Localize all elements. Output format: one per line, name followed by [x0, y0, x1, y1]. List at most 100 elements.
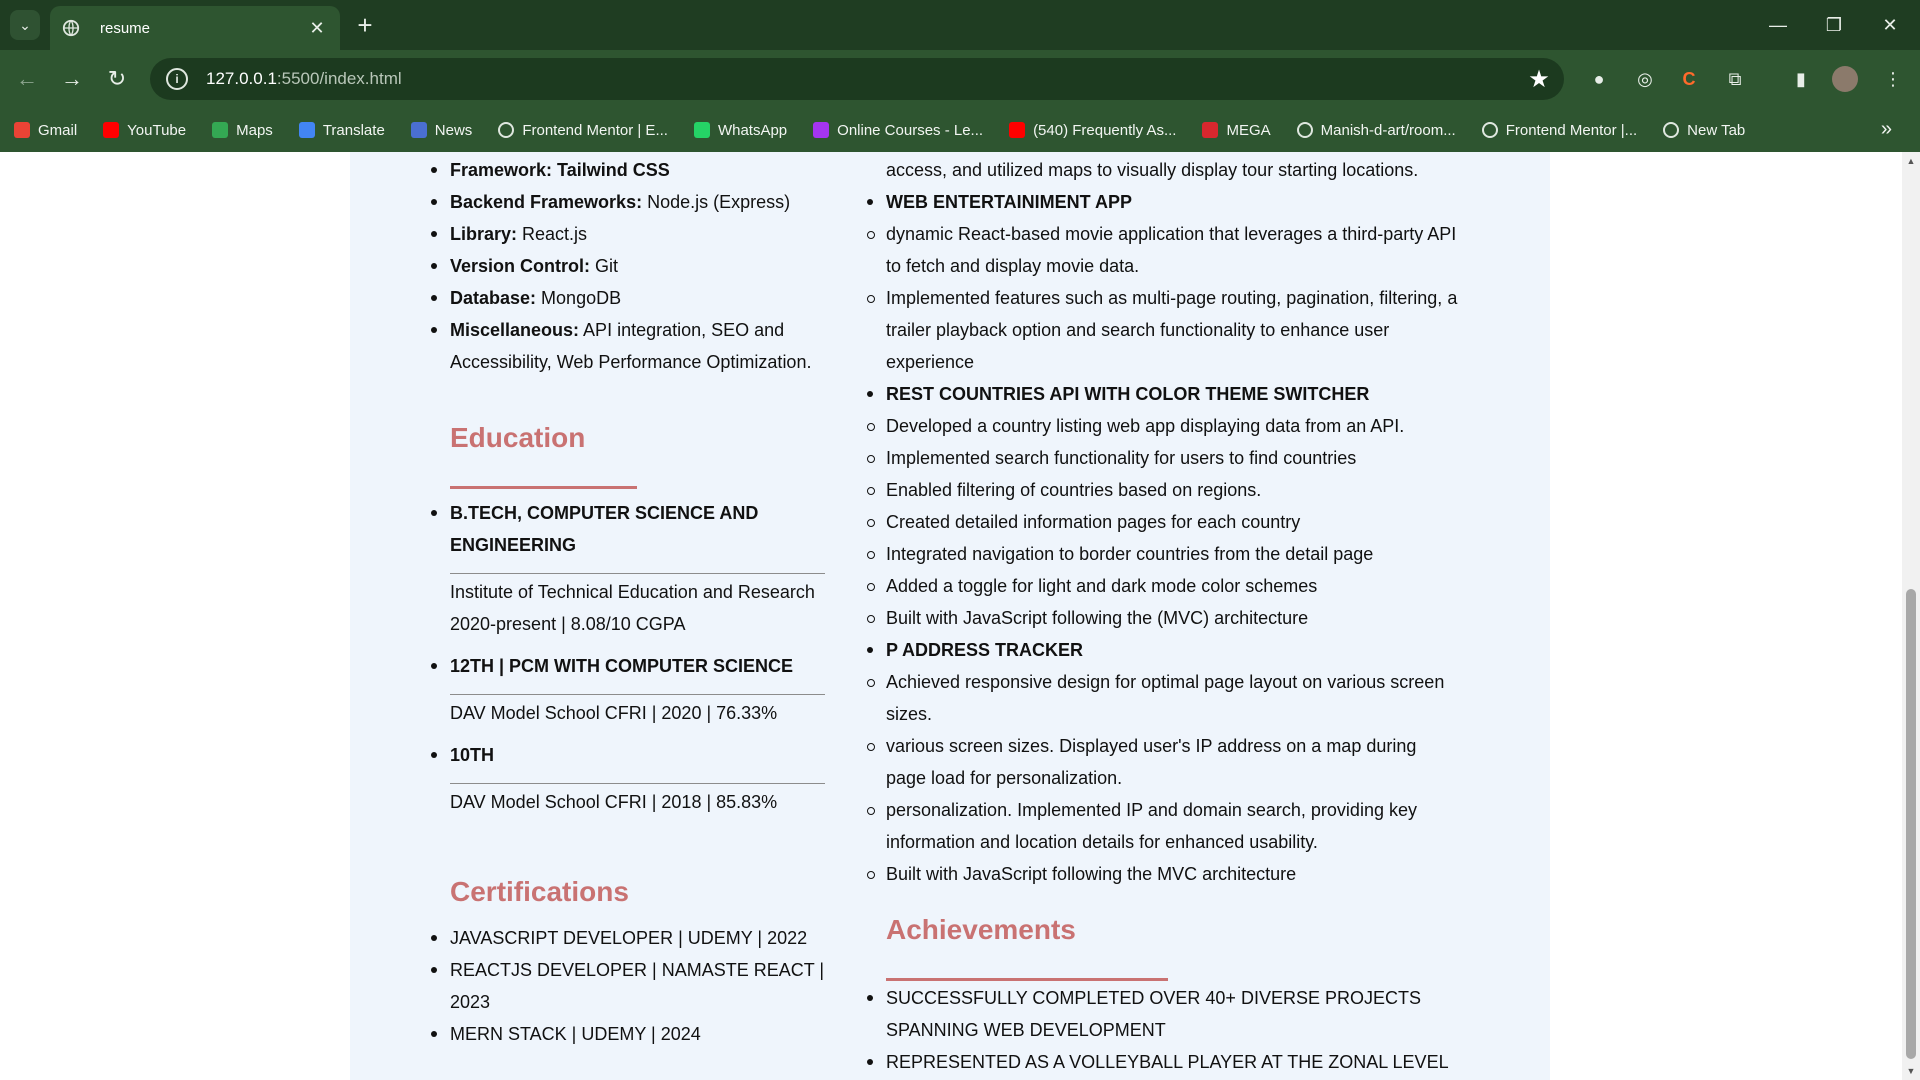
- bookmark-label: Gmail: [38, 121, 78, 139]
- more-bookmarks-chevron-icon[interactable]: »: [1881, 118, 1892, 141]
- site-info-icon[interactable]: i: [166, 68, 188, 90]
- skill-label: Version Control:: [450, 256, 591, 276]
- bookmark-item[interactable]: (540) Frequently As...: [1009, 122, 1176, 139]
- achievements-list: SUCCESSFULLY COMPLETED OVER 40+ DIVERSE …: [867, 982, 1476, 1078]
- education-divider: [450, 694, 825, 695]
- youtube-icon: [1009, 122, 1026, 138]
- browser-toolbar: ← → ↻ i 127.0.0.1:5500/index.html ★ ● ◎ …: [0, 50, 1920, 108]
- extension-c-icon[interactable]: C: [1674, 64, 1704, 94]
- education-detail: DAV Model School CFRI | 2020 | 76.33%: [450, 703, 778, 723]
- certification-item: REACTJS DEVELOPER | NAMASTE REACT | 2023: [431, 954, 825, 1018]
- skill-label: Framework:: [450, 160, 553, 180]
- bookmark-item[interactable]: Manish-d-art/room...: [1296, 121, 1456, 139]
- bookmark-label: News: [434, 121, 473, 139]
- education-degree: 12TH | PCM WITH COMPUTER SCIENCE: [431, 650, 825, 682]
- translate-icon: [298, 122, 315, 138]
- certification-item: MERN STACK | UDEMY | 2024: [431, 1018, 825, 1050]
- reload-icon[interactable]: ↻: [100, 62, 134, 96]
- bookmark-label: Manish-d-art/room...: [1320, 121, 1456, 139]
- tab-search-chevron-icon[interactable]: ⌄: [10, 10, 40, 40]
- bookmarks-bar: Gmail YouTube Maps Translate News Frontend Me…: [0, 108, 1920, 152]
- project-point: Achieved responsive design for optimal p…: [867, 666, 1461, 730]
- project-title: P ADDRESS TRACKER: [867, 634, 1461, 666]
- skill-item: Library: React.js: [431, 218, 825, 250]
- bookmark-item[interactable]: Online Courses - Le...: [813, 122, 983, 139]
- bookmark-item[interactable]: WhatsApp: [693, 121, 788, 139]
- new-tab-plus-icon[interactable]: +: [350, 10, 380, 40]
- bookmark-item[interactable]: Translate: [298, 121, 385, 139]
- udemy-icon: [813, 122, 830, 138]
- skills-list: Framework: Tailwind CSS Backend Framework…: [431, 154, 825, 378]
- education-detail: 2020-present | 8.08/10 CGPA: [450, 614, 686, 634]
- bookmark-item[interactable]: Gmail: [14, 122, 77, 139]
- github-icon: [1296, 122, 1313, 138]
- profile-avatar[interactable]: [1832, 66, 1858, 92]
- url-text: 127.0.0.1:5500/index.html: [206, 69, 402, 88]
- achievements-heading: Achievements: [886, 914, 1076, 945]
- extensions-puzzle-icon[interactable]: ⧉: [1720, 64, 1750, 94]
- bookmark-label: MEGA: [1226, 121, 1271, 139]
- bookmark-item[interactable]: New Tab: [1663, 122, 1745, 139]
- skill-label: Backend Frameworks:: [450, 192, 643, 212]
- education-entry: B.TECH, COMPUTER SCIENCE AND ENGINEERING…: [431, 497, 825, 640]
- tab-resume[interactable]: resume ✕: [50, 6, 340, 50]
- back-arrow-icon[interactable]: ←: [10, 62, 44, 96]
- achievement-item: REPRESENTED AS A VOLLEYBALL PLAYER AT TH…: [867, 1046, 1476, 1078]
- extension-target-icon[interactable]: ◎: [1630, 64, 1660, 94]
- project-point: Implemented search functionality for use…: [867, 442, 1461, 474]
- achievement-item: SUCCESSFULLY COMPLETED OVER 40+ DIVERSE …: [867, 982, 1476, 1046]
- project-point: Developed a country listing web app disp…: [867, 410, 1461, 442]
- bookmark-item[interactable]: Maps: [212, 122, 273, 139]
- education-list: B.TECH, COMPUTER SCIENCE AND ENGINEERING…: [431, 492, 825, 818]
- bookmark-item[interactable]: MEGA: [1202, 121, 1271, 139]
- skill-item: Framework: Tailwind CSS: [431, 154, 825, 186]
- project-point: Added a toggle for light and dark mode c…: [867, 570, 1461, 602]
- side-panel-icon[interactable]: ▮: [1786, 64, 1816, 94]
- projects-list: WEB ENTERTAINIMENT APP dynamic React-base…: [867, 186, 1461, 890]
- bookmark-label: Online Courses - Le...: [837, 121, 984, 139]
- bookmark-label: (540) Frequently As...: [1033, 121, 1177, 139]
- scroll-up-arrow-icon[interactable]: ▲: [1902, 152, 1920, 170]
- skill-item: Miscellaneous: API integration, SEO and …: [431, 314, 825, 378]
- bookmark-label: Translate: [322, 121, 385, 139]
- skill-value: Tailwind CSS: [552, 160, 670, 180]
- news-icon: [410, 122, 427, 138]
- bookmark-label: WhatsApp: [717, 121, 788, 139]
- skill-item: Backend Frameworks: Node.js (Express): [431, 186, 825, 218]
- skill-label: Library:: [450, 224, 518, 244]
- forward-arrow-icon[interactable]: →: [55, 62, 89, 96]
- project-continuation-text: access, and utilized maps to visually di…: [886, 160, 1419, 180]
- project-point: various screen sizes. Displayed user's I…: [867, 730, 1461, 794]
- bookmark-item[interactable]: YouTube: [103, 122, 186, 139]
- skill-label: Database:: [450, 288, 537, 308]
- menu-kebab-icon[interactable]: ⋮: [1878, 64, 1908, 94]
- restore-icon[interactable]: ❐: [1806, 0, 1862, 50]
- scrollbar-thumb[interactable]: [1906, 589, 1916, 1059]
- close-tab-icon[interactable]: ✕: [306, 17, 328, 39]
- education-detail: DAV Model School CFRI | 2018 | 85.83%: [450, 792, 778, 812]
- globe-icon: [1663, 122, 1680, 138]
- bookmark-label: New Tab: [1687, 121, 1746, 139]
- skill-label: Miscellaneous:: [450, 320, 580, 340]
- skill-value: Git: [590, 256, 619, 276]
- certification-item: JAVASCRIPT DEVELOPER | UDEMY | 2022: [431, 922, 825, 954]
- bookmark-item[interactable]: News: [410, 121, 473, 139]
- scroll-down-arrow-icon[interactable]: ▼: [1902, 1062, 1920, 1080]
- bookmark-item[interactable]: Frontend Mentor | E...: [498, 122, 668, 139]
- bookmark-item[interactable]: Frontend Mentor |...: [1481, 122, 1637, 139]
- maps-icon: [212, 122, 229, 138]
- bookmark-star-icon[interactable]: ★: [1526, 66, 1552, 93]
- youtube-icon: [103, 122, 120, 138]
- globe-icon: [62, 19, 80, 37]
- frontend-mentor-icon: [498, 122, 515, 138]
- education-heading: Education: [450, 422, 586, 453]
- project-point: Implemented features such as multi-page …: [867, 282, 1461, 378]
- page-scrollbar[interactable]: ▲ ▼: [1902, 152, 1920, 1080]
- project-point: personalization. Implemented IP and doma…: [867, 794, 1461, 858]
- extension-icon[interactable]: ●: [1584, 64, 1614, 94]
- window-close-icon[interactable]: ✕: [1862, 0, 1918, 50]
- minimize-icon[interactable]: —: [1750, 0, 1806, 50]
- tab-strip: ⌄ resume ✕ + — ❐ ✕: [0, 0, 1920, 50]
- address-bar[interactable]: i 127.0.0.1:5500/index.html ★: [150, 58, 1564, 100]
- skill-item: Database: MongoDB: [431, 282, 825, 314]
